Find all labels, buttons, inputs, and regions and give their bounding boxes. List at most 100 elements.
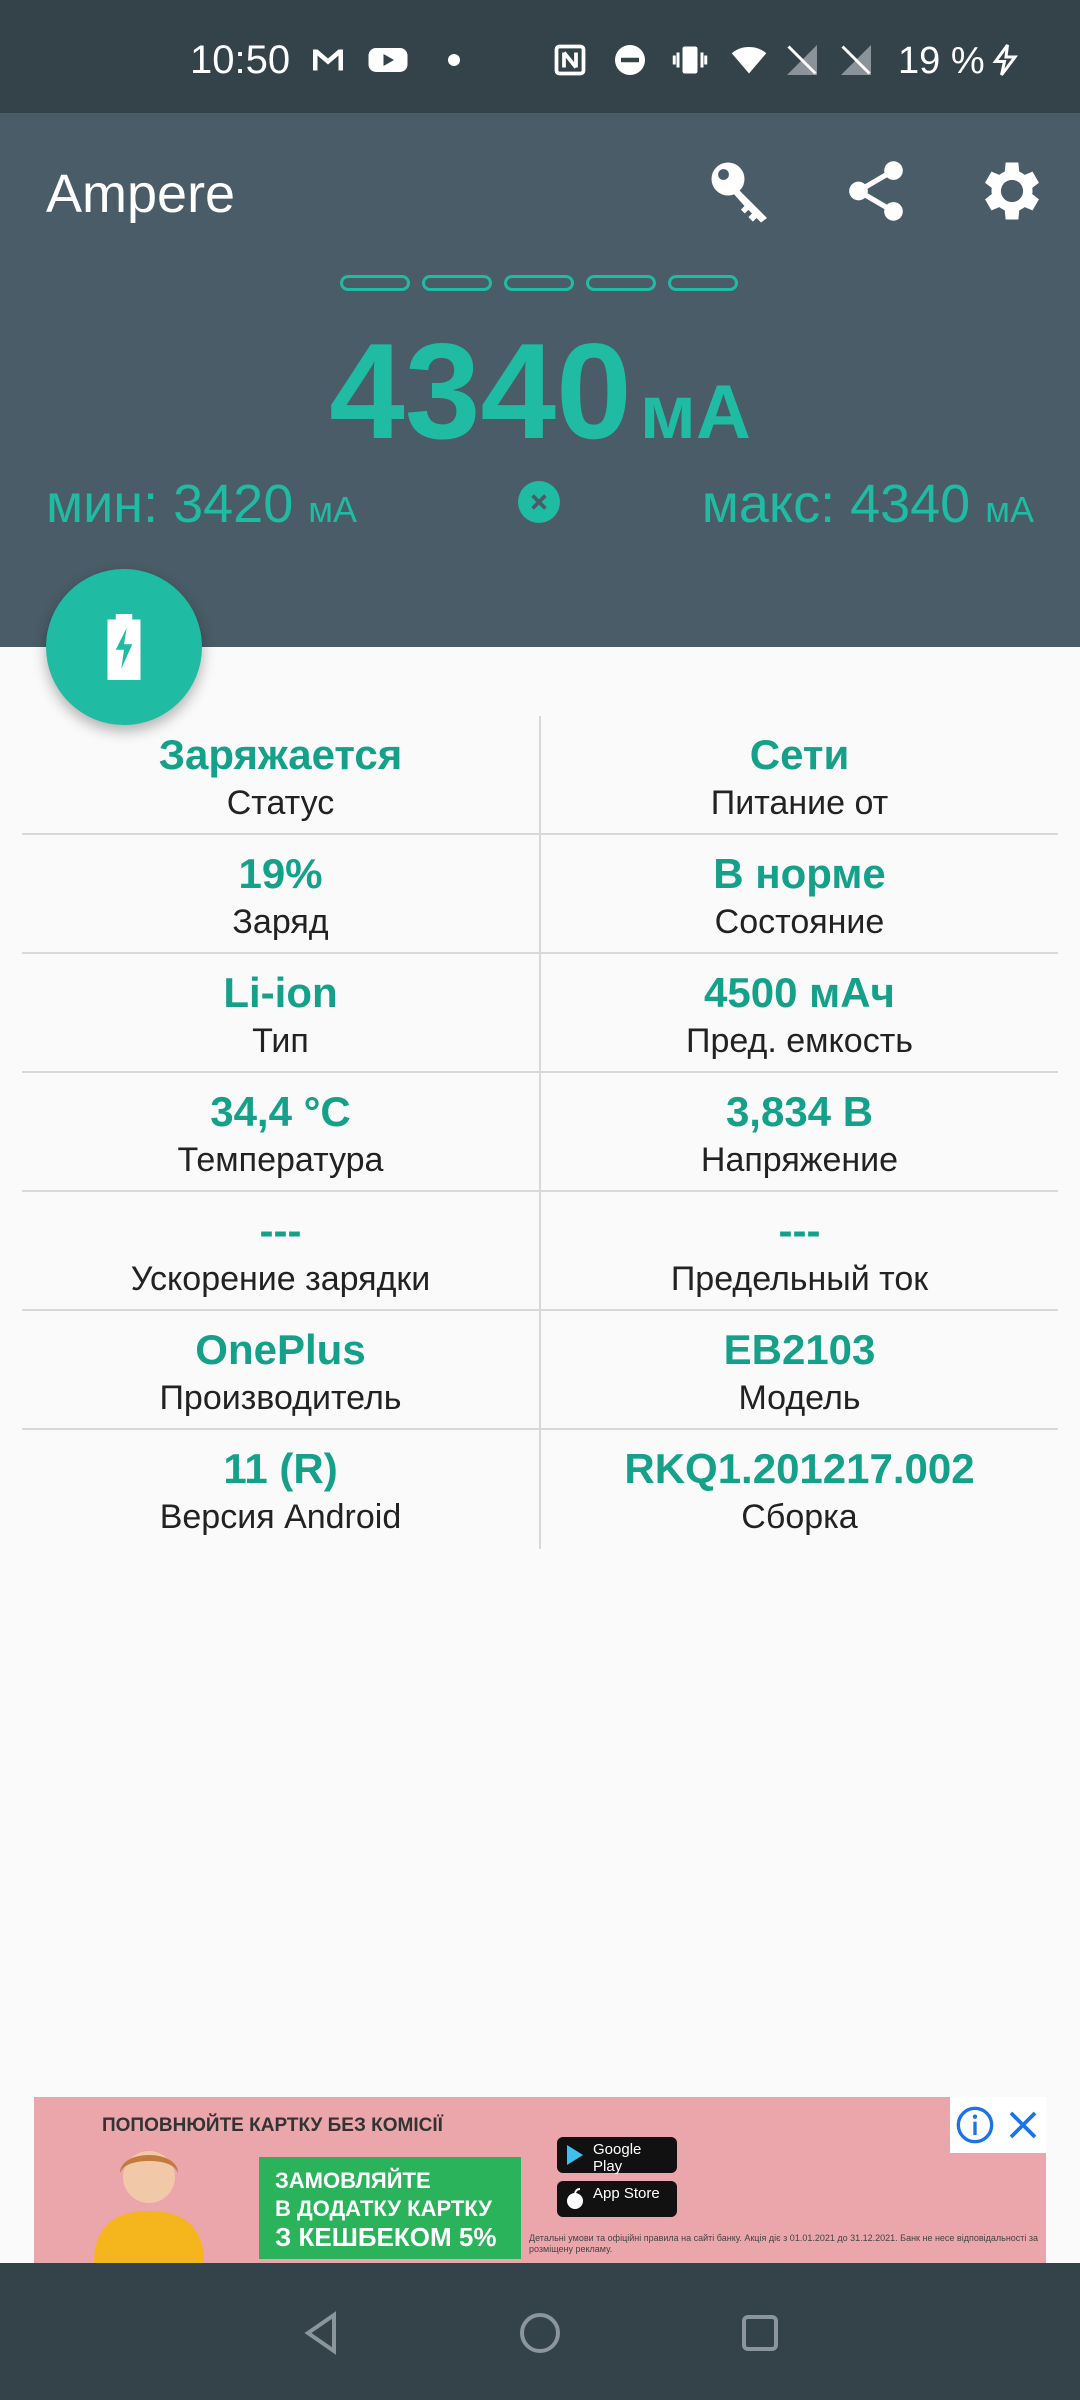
info-value: 34,4 °C (210, 1088, 351, 1135)
settings-button[interactable] (964, 143, 1060, 239)
info-cell: Li-ion Тип (22, 954, 541, 1071)
info-value: OnePlus (195, 1326, 366, 1373)
back-button[interactable] (282, 2293, 362, 2373)
app-header: Ampere 4340 мА мин: 3420 мА макс: 4340 м… (0, 113, 1080, 647)
info-row: Заряжается Статус Сети Питание от (22, 716, 1058, 835)
progress-dash (586, 275, 656, 291)
battery-fab-button[interactable] (46, 569, 202, 725)
info-cell: --- Ускорение зарядки (22, 1192, 541, 1309)
app-store-badge[interactable]: App Store (557, 2181, 677, 2217)
ad-close-icon[interactable] (1005, 2107, 1041, 2143)
info-cell: Заряжается Статус (22, 716, 541, 833)
info-row: 11 (R) Версия Android RKQ1.201217.002 Сборк… (22, 1430, 1058, 1549)
max-unit: мА (985, 489, 1034, 530)
gmail-icon (313, 49, 343, 71)
max-current: макс: 4340 мА (702, 473, 1034, 535)
info-label: Ускорение зарядки (130, 1260, 431, 1298)
info-value: Сети (749, 731, 850, 778)
ad-cta-line: З КЕШБЕКОМ 5% (275, 2222, 497, 2252)
no-signal-icon (841, 45, 871, 75)
key-icon (711, 162, 767, 223)
info-row: Li-ion Тип 4500 мАч Пред. емкость (22, 954, 1058, 1073)
info-value: RKQ1.201217.002 (624, 1445, 975, 1492)
recents-icon (742, 2315, 778, 2351)
ad-person-image (94, 2151, 204, 2263)
home-button[interactable] (500, 2293, 580, 2373)
google-play-badge[interactable]: Google Play (557, 2137, 677, 2175)
info-value: 19% (238, 850, 323, 897)
reset-minmax-button[interactable] (518, 481, 560, 523)
battery-info-grid: Заряжается Статус Сети Питание от 19% Заряд В … (22, 716, 1058, 1549)
info-label: Статус (226, 784, 335, 822)
info-value: --- (778, 1207, 821, 1254)
status-time: 10:50 (190, 38, 291, 82)
info-value: Li-ion (223, 969, 338, 1016)
no-signal-icon (787, 45, 817, 75)
ad-fine-print: Детальні умови та офіційні правила на са… (529, 2233, 1039, 2254)
battery-percent: 19 % (898, 40, 985, 82)
app-title: Ampere (46, 164, 236, 224)
dot-icon (448, 54, 460, 66)
vibrate-icon (672, 46, 708, 74)
info-cell: 34,4 °C Температура (22, 1073, 541, 1190)
back-icon (304, 2311, 336, 2355)
store-label: App Store (593, 2185, 660, 2202)
info-row: OnePlus Производитель EB2103 Модель (22, 1311, 1058, 1430)
info-label: Заряд (232, 903, 329, 941)
progress-dash (422, 275, 492, 291)
info-row: --- Ускорение зарядки --- Предельный ток (22, 1192, 1058, 1311)
current-reading: 4340 мА (0, 313, 1080, 469)
info-value: В норме (713, 850, 886, 897)
store-label: Google Play (593, 2141, 642, 2175)
info-label: Состояние (714, 903, 885, 941)
ad-banner[interactable]: ПОПОВНЮЙТЕ КАРТКУ БЕЗ КОМІСІЇ ЗАМОВЛЯЙТЕ… (34, 2097, 1046, 2263)
nfc-icon (554, 44, 586, 76)
share-button[interactable] (828, 143, 924, 239)
current-unit: мА (639, 370, 751, 455)
youtube-icon (368, 48, 408, 72)
current-value: 4340 (329, 315, 632, 467)
info-label: Пред. емкость (686, 1022, 913, 1060)
dnd-icon (615, 45, 645, 75)
info-label: Версия Android (159, 1498, 402, 1536)
max-value: макс: 4340 (701, 474, 971, 534)
min-value: мин: 3420 (46, 474, 294, 534)
info-label: Производитель (159, 1379, 402, 1417)
info-row: 19% Заряд В норме Состояние (22, 835, 1058, 954)
recents-button[interactable] (720, 2293, 800, 2373)
info-value: EB2103 (723, 1326, 876, 1373)
home-icon (520, 2313, 560, 2353)
progress-dash (504, 275, 574, 291)
info-cell: 11 (R) Версия Android (22, 1430, 541, 1549)
info-cell: 4500 мАч Пред. емкость (541, 954, 1058, 1071)
info-label: Модель (738, 1379, 861, 1417)
ad-cta-line: В ДОДАТКУ КАРТКУ (275, 2196, 492, 2221)
ad-headline: ПОПОВНЮЙТЕ КАРТКУ БЕЗ КОМІСІЇ (102, 2115, 443, 2136)
close-icon (531, 494, 547, 510)
info-value: --- (259, 1207, 302, 1254)
share-icon (849, 161, 903, 221)
info-label: Напряжение (700, 1141, 899, 1179)
info-value: 3,834 В (725, 1088, 874, 1135)
google-play-icon (567, 2145, 583, 2165)
info-cell: В норме Состояние (541, 835, 1058, 952)
info-cell: OnePlus Производитель (22, 1311, 541, 1428)
info-cell: Сети Питание от (541, 716, 1058, 833)
info-label: Предельный ток (670, 1260, 929, 1298)
info-label: Тип (252, 1022, 309, 1060)
progress-dash (668, 275, 738, 291)
ad-cta-block: ЗАМОВЛЯЙТЕ В ДОДАТКУ КАРТКУ З КЕШБЕКОМ 5… (259, 2157, 521, 2259)
pro-key-button[interactable] (692, 143, 788, 239)
info-cell: EB2103 Модель (541, 1311, 1058, 1428)
settings-icon (985, 162, 1039, 220)
apple-icon (567, 2188, 583, 2209)
info-value: 11 (R) (223, 1445, 338, 1492)
min-current: мин: 3420 мА (46, 473, 357, 535)
info-label: Сборка (741, 1498, 858, 1536)
ad-info-icon[interactable] (955, 2105, 995, 2145)
ad-cta-line: ЗАМОВЛЯЙТЕ (275, 2168, 431, 2193)
charging-icon (992, 44, 1018, 76)
screen: 10:50 19 % Ampere 4340 мА мин: 3420 мА м… (0, 0, 1080, 2400)
info-label: Температура (177, 1141, 384, 1179)
measurement-progress (340, 275, 740, 295)
